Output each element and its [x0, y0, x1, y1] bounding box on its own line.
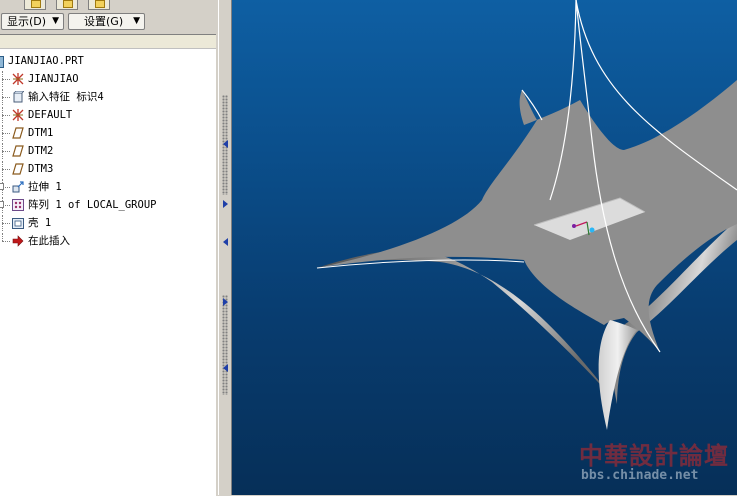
model-tree-panel: 显示(D) ▼ 设置(G) ▼ JIANJIAO.PRT JIANJIAO 输入… [0, 0, 218, 496]
collapse-left-icon[interactable] [223, 238, 228, 246]
tree-item-default[interactable]: DEFAULT [0, 107, 216, 123]
expand-toggle[interactable] [0, 183, 4, 190]
tree-item-extrude[interactable]: 拉伸 1 [0, 179, 216, 195]
tree-item-jianjiao[interactable]: JIANJIAO [0, 71, 216, 87]
tree-item-dtm1[interactable]: DTM1 [0, 125, 216, 141]
collapse-left-icon[interactable] [223, 364, 228, 372]
datum-plane-icon [12, 163, 24, 175]
expand-right-icon[interactable] [223, 200, 228, 208]
display-menu-label: 显示(D) [7, 15, 47, 28]
csys-z-axis [589, 227, 595, 233]
tree-item-shell[interactable]: 壳 1 [0, 215, 216, 231]
tab-favorites[interactable] [56, 0, 78, 10]
tree-header [0, 35, 216, 49]
star-icon [63, 0, 73, 8]
csys-icon [12, 109, 24, 121]
insert-here-arrow-icon [12, 235, 24, 247]
expand-right-icon[interactable] [223, 298, 228, 306]
splitter-grip [222, 295, 228, 395]
collapse-left-icon[interactable] [223, 140, 228, 148]
csys-icon [12, 73, 24, 85]
forum-watermark: 中華設計論壇 bbs.chinade.net [579, 436, 732, 490]
tree-root[interactable]: JIANJIAO.PRT [0, 53, 216, 69]
expand-toggle[interactable] [0, 201, 4, 208]
tree-item-pattern[interactable]: 阵列 1 of LOCAL_GROUP [0, 197, 216, 213]
tab-layer[interactable] [24, 0, 46, 10]
panel-splitter[interactable] [218, 0, 232, 495]
extrude-icon [12, 181, 24, 193]
part-icon [0, 56, 4, 68]
settings-menu-button[interactable]: 设置(G) ▼ [68, 13, 145, 30]
tree-root-label: JIANJIAO.PRT [8, 55, 84, 67]
model-tree: JIANJIAO.PRT JIANJIAO 输入特征 标识4 DEFAULT D… [0, 34, 216, 496]
tree-item-insert-here[interactable]: 在此插入 [0, 233, 216, 249]
watermark-title: 中華設計論壇 [579, 441, 729, 470]
csys-origin [572, 224, 576, 228]
datum-plane-icon [12, 127, 24, 139]
pattern-icon [12, 199, 24, 211]
watermark-url: bbs.chinade.net [581, 468, 699, 483]
tree-item-dtm2[interactable]: DTM2 [0, 143, 216, 159]
shell-icon [12, 218, 24, 229]
chevron-down-icon: ▼ [133, 16, 140, 26]
display-menu-button[interactable]: 显示(D) ▼ [1, 13, 64, 30]
tab-history[interactable] [88, 0, 110, 10]
tree-menubar: 显示(D) ▼ 设置(G) ▼ [0, 11, 218, 33]
datum-plane-icon [12, 145, 24, 157]
folder-icon [31, 0, 41, 8]
tree-item-dtm3[interactable]: DTM3 [0, 161, 216, 177]
tree-item-import-feature[interactable]: 输入特征 标识4 [0, 89, 216, 105]
history-icon [95, 0, 105, 8]
navigator-tab-strip [0, 0, 218, 11]
import-feature-icon [13, 91, 24, 103]
chevron-down-icon: ▼ [52, 16, 59, 26]
settings-menu-label: 设置(G) [84, 15, 124, 28]
graphics-window[interactable] [232, 0, 737, 495]
tensile-membrane-model [316, 0, 737, 430]
